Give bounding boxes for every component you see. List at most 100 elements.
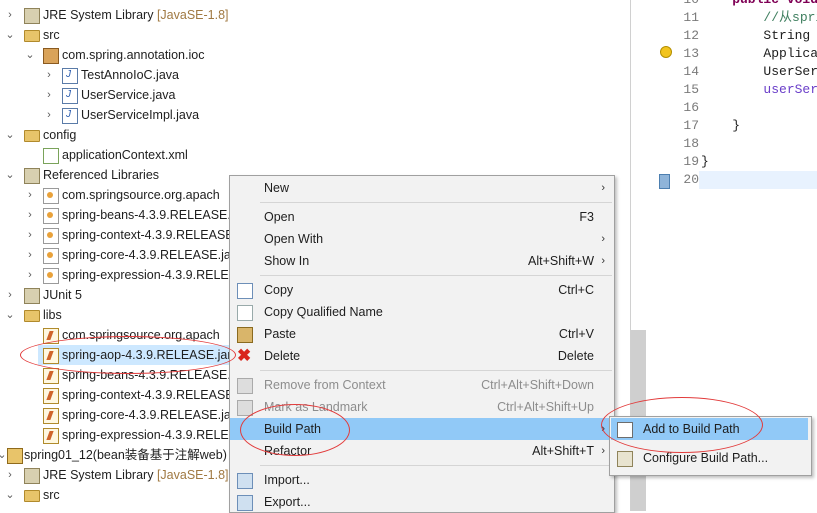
chevron-right-icon[interactable]: ›	[24, 265, 36, 285]
chevron-right-icon: ›	[601, 445, 605, 457]
chevron-right-icon[interactable]: ›	[24, 245, 36, 265]
tree-row-xml-file[interactable]: applicationContext.xml	[0, 145, 630, 165]
code-line: String	[701, 28, 817, 43]
remove-from-context-icon	[237, 378, 253, 394]
menu-item-copy-qualified-name[interactable]: Copy Qualified Name	[230, 301, 614, 323]
menu-item-configure-build-path[interactable]: Configure Build Path...	[611, 447, 808, 469]
menu-item-refactor[interactable]: Refactor Alt+Shift+T ›	[230, 440, 614, 462]
chevron-down-icon[interactable]: ⌄	[4, 485, 16, 505]
tree-row-java-file[interactable]: › TestAnnoIoC.java	[0, 65, 630, 85]
menu-item-label: Add to Build Path	[643, 422, 740, 436]
tree-row-java-file[interactable]: › UserServiceImpl.java	[0, 105, 630, 125]
menu-item-label: Import...	[264, 473, 310, 487]
tree-row-label: com.springsource.org.apach	[62, 328, 220, 342]
tree-row-label: applicationContext.xml	[62, 148, 188, 162]
tree-row-label: JRE System Library	[43, 468, 154, 482]
chevron-right-icon: ›	[601, 182, 605, 194]
menu-item-shortcut: Ctrl+V	[558, 327, 594, 341]
chevron-right-icon: ›	[601, 255, 605, 267]
folder-icon	[24, 310, 40, 322]
menu-item-paste[interactable]: Paste Ctrl+V	[230, 323, 614, 345]
menu-item-open-with[interactable]: Open With ›	[230, 228, 614, 250]
menu-item-build-path[interactable]: Build Path ›	[230, 418, 614, 440]
menu-item-label: New	[264, 181, 290, 195]
xml-file-icon	[43, 148, 59, 164]
menu-item-label: Remove from Context	[264, 378, 386, 392]
line-number: 20	[683, 172, 699, 187]
source-folder-icon	[24, 130, 40, 142]
menu-item-label: Paste	[264, 327, 296, 341]
tree-row-label: com.spring.annotation.ioc	[62, 48, 205, 62]
menu-item-mark-as-landmark[interactable]: Mark as Landmark Ctrl+Alt+Shift+Up	[230, 396, 614, 418]
menu-item-export[interactable]: Export...	[230, 491, 614, 513]
chevron-right-icon[interactable]: ›	[43, 85, 55, 105]
chevron-down-icon[interactable]: ⌄	[4, 25, 16, 45]
tree-row-config[interactable]: ⌄ config	[0, 125, 630, 145]
menu-item-label: Copy	[264, 283, 294, 297]
chevron-down-icon[interactable]: ⌄	[4, 125, 16, 145]
menu-item-open[interactable]: Open F3	[230, 206, 614, 228]
jar-file-icon	[43, 328, 59, 344]
copy-icon	[237, 283, 253, 299]
tree-row-label: JUnit 5	[43, 288, 82, 302]
tree-row-src[interactable]: ⌄ src	[0, 25, 630, 45]
tree-row-label: spring-core-4.3.9.RELEASE.ja	[62, 248, 231, 262]
library-icon	[24, 468, 40, 484]
menu-item-remove-from-context[interactable]: Remove from Context Ctrl+Alt+Shift+Down	[230, 374, 614, 396]
menu-item-new[interactable]: New ›	[230, 177, 614, 199]
chevron-right-icon[interactable]: ›	[4, 285, 16, 305]
tree-row-label: JRE System Library	[43, 8, 154, 22]
java-file-icon	[62, 105, 78, 125]
menu-item-shortcut: Ctrl+Alt+Shift+Up	[497, 400, 594, 414]
library-icon	[24, 8, 40, 24]
tree-row-package[interactable]: ⌄ com.spring.annotation.ioc	[0, 45, 630, 65]
library-icon	[24, 168, 40, 184]
chevron-down-icon[interactable]: ⌄	[4, 305, 16, 325]
chevron-right-icon[interactable]: ›	[4, 5, 16, 25]
delete-icon: ✖	[237, 346, 252, 365]
menu-item-label: Open With	[264, 232, 324, 246]
code-line: UserSer	[701, 64, 817, 79]
java-file-icon	[62, 65, 78, 85]
menu-item-label: Export...	[264, 495, 311, 509]
tree-row-jre-library[interactable]: › JRE System Library [JavaSE-1.8]	[0, 5, 630, 25]
tree-row-decoration: [JavaSE-1.8]	[156, 8, 229, 22]
tree-row-label: UserService.java	[81, 88, 176, 102]
chevron-right-icon[interactable]: ›	[4, 465, 16, 485]
menu-item-show-in[interactable]: Show In Alt+Shift+W ›	[230, 250, 614, 272]
source-folder-icon	[24, 490, 40, 502]
chevron-right-icon[interactable]: ›	[43, 105, 55, 125]
chevron-right-icon[interactable]: ›	[24, 185, 36, 205]
chevron-right-icon: ›	[601, 423, 605, 435]
menu-item-delete[interactable]: ✖ Delete Delete	[230, 345, 614, 367]
chevron-right-icon[interactable]: ›	[24, 225, 36, 245]
line-number: 17	[683, 118, 699, 133]
tree-row-label: libs	[43, 308, 62, 322]
chevron-down-icon[interactable]: ⌄	[4, 165, 16, 185]
menu-item-import[interactable]: Import...	[230, 469, 614, 491]
tree-row-label: spring-beans-4.3.9.RELEASE.j	[62, 208, 234, 222]
line-number: 19	[683, 154, 699, 169]
chevron-right-icon[interactable]: ›	[43, 65, 55, 85]
tree-row-label: spring-beans-4.3.9.RELEASE.j	[62, 368, 234, 382]
jar-file-icon	[43, 428, 59, 444]
tree-row-java-file[interactable]: › UserService.java	[0, 85, 630, 105]
chevron-right-icon[interactable]: ›	[24, 205, 36, 225]
line-number: 15	[683, 82, 699, 97]
code-line: userSer	[701, 82, 817, 97]
import-icon	[237, 473, 253, 489]
jar-file-icon	[43, 348, 59, 364]
menu-item-shortcut: Ctrl+C	[558, 283, 594, 297]
menu-item-label: Show In	[264, 254, 310, 268]
tree-row-decoration: [JavaSE-1.8]	[156, 468, 229, 482]
package-icon	[43, 48, 59, 64]
tree-row-label: src	[43, 488, 60, 502]
chevron-down-icon[interactable]: ⌄	[24, 45, 36, 65]
menu-item-add-to-build-path[interactable]: Add to Build Path	[611, 418, 808, 440]
menu-separator	[260, 202, 612, 203]
menu-item-copy[interactable]: Copy Ctrl+C	[230, 279, 614, 301]
tree-row-label: spring-core-4.3.9.RELEASE.ja	[62, 408, 231, 422]
jar-file-icon	[43, 368, 59, 384]
tree-row-label: spring-context-4.3.9.RELEASE	[62, 388, 234, 402]
menu-item-shortcut: Ctrl+Alt+Shift+Down	[481, 378, 594, 392]
